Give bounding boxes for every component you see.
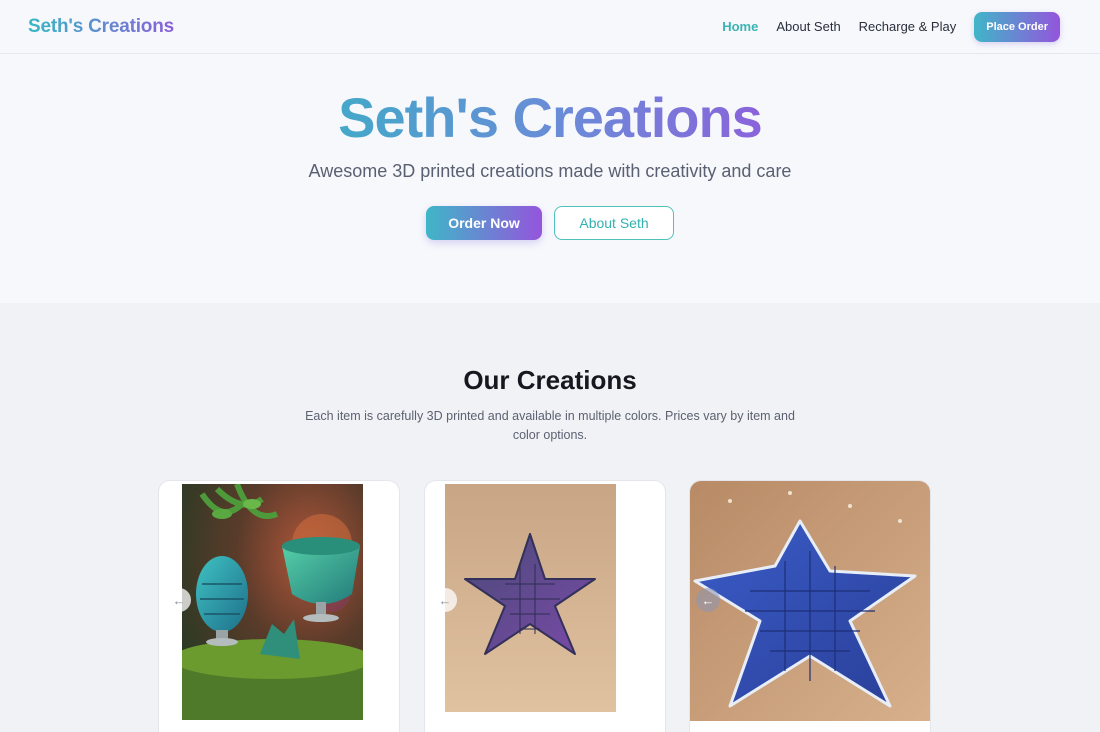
hero-section: Seth's Creations Awesome 3D printed crea… [0,55,1100,303]
nav-link-recharge-play[interactable]: Recharge & Play [859,19,957,34]
green-dragon-egg-and-goblet-photo [182,484,363,720]
order-now-button[interactable]: Order Now [426,205,542,240]
product-card[interactable]: ← [158,480,400,732]
hero-title: Seth's Creations [338,86,763,149]
about-seth-button[interactable]: About Seth [554,205,674,240]
product-card[interactable]: ← [689,480,931,732]
section-title: Our Creations [463,365,637,395]
arrow-left-icon[interactable]: ← [696,588,720,612]
top-nav: Seth's Creations Home About Seth Recharg… [0,0,1100,54]
nav-link-about[interactable]: About Seth [776,19,840,34]
arrow-left-icon[interactable]: ← [433,588,457,612]
arrow-left-icon[interactable]: ← [167,588,191,612]
blue-starfish-on-sand-photo [690,481,930,721]
nav-link-home[interactable]: Home [722,19,758,34]
product-card[interactable]: ← [424,480,666,732]
hero-subtitle: Awesome 3D printed creations made with c… [308,160,792,181]
place-order-button[interactable]: Place Order [974,11,1060,42]
purple-starfish-on-sand-photo [445,484,616,712]
creations-section: Our Creations Each item is carefully 3D … [0,303,1100,732]
hero-buttons: Order Now About Seth [0,205,1100,240]
brand-logo[interactable]: Seth's Creations [28,16,174,38]
section-description: Each item is carefully 3D printed and av… [305,409,795,442]
nav-links: Home About Seth Recharge & Play Place Or… [722,11,1060,42]
